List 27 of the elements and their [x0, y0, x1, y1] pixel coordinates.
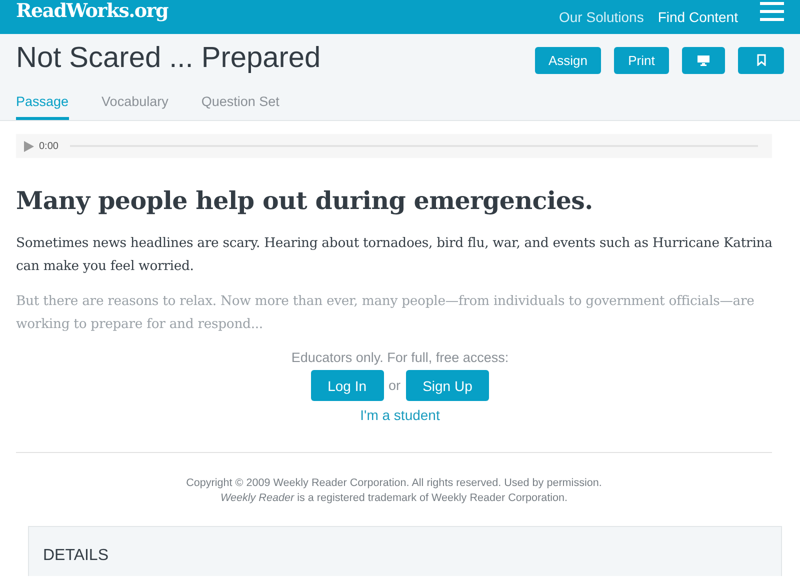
action-button[interactable]: Assign — [535, 46, 601, 74]
article-heading: Many people help out during emergencies. — [16, 186, 594, 215]
nav-link[interactable]: Our Solutions — [559, 9, 644, 25]
site-logo[interactable]: ReadWorks.org — [16, 0, 168, 22]
or-label: or — [388, 378, 401, 393]
access-prompt: Educators only. For full, free access: — [291, 350, 509, 365]
signup-button[interactable]: Sign Up — [406, 370, 490, 401]
time-label: 0:00 — [39, 140, 58, 152]
paragraph: Sometimes news headlines are scary. Hearing about tornadoes, bird flu, war, and events such as Hurricane Katrina can make you feel worried. — [16, 235, 774, 276]
tab[interactable]: Question Set — [201, 86, 280, 120]
monitor-icon — [697, 54, 710, 66]
bookmark-button[interactable] — [738, 46, 784, 74]
present-button[interactable] — [682, 46, 725, 74]
menu-icon[interactable] — [760, 2, 784, 22]
tab[interactable]: Vocabulary — [102, 86, 168, 120]
page-title: Not Scared ... Prepared — [16, 42, 322, 74]
login-button[interactable]: Log In — [310, 370, 384, 401]
details-heading: DETAILS — [43, 547, 108, 564]
copyright-text: Weekly Reader is a registered trademark of Weekly Reader Corporation. — [219, 491, 569, 506]
play-icon[interactable] — [24, 140, 34, 152]
paragraph: But there are reasons to relax. Now more than ever, many people—from individuals to government officials—are working to prepare for and respond... — [16, 293, 756, 334]
action-button[interactable]: Print — [614, 46, 669, 74]
student-link[interactable]: I'm a student — [360, 407, 440, 423]
bookmark-icon — [756, 54, 766, 66]
nav-link[interactable]: Find Content — [658, 9, 738, 25]
copyright-text: Copyright © 2009 Weekly Reader Corporation. All rights reserved. Used by permission. — [185, 476, 603, 491]
tab[interactable]: Passage — [16, 86, 69, 120]
